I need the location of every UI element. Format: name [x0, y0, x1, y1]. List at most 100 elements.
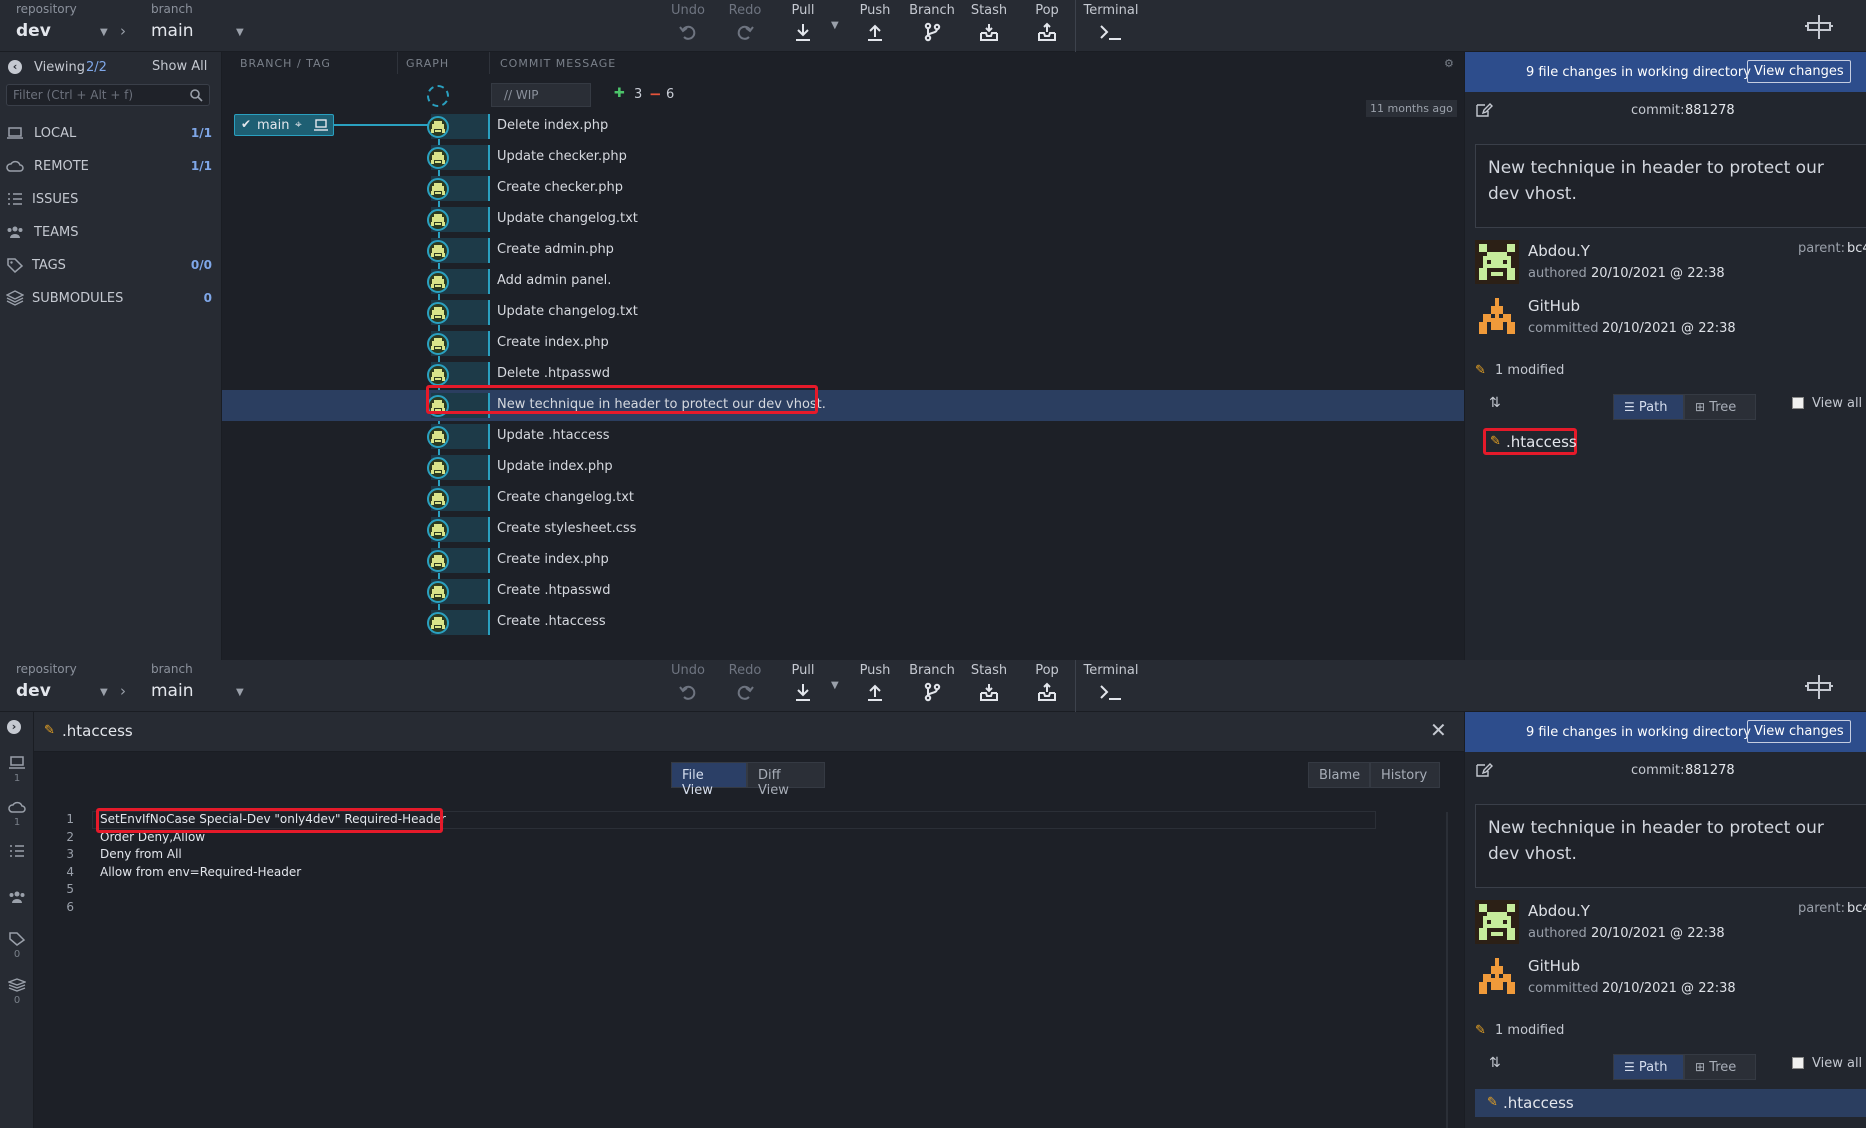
graph-lane-edge [488, 579, 490, 604]
commit-row[interactable]: Create checker.php [222, 173, 1464, 204]
layers-icon [6, 290, 24, 306]
commit-row[interactable]: Update .htaccess [222, 421, 1464, 452]
expand-sidebar-icon[interactable]: › [7, 720, 21, 734]
commit-row[interactable]: Create admin.php [222, 235, 1464, 266]
file-item-htaccess[interactable]: ✎ .htaccess [1483, 428, 1577, 455]
pull-options-icon[interactable]: ▼ [831, 20, 839, 31]
tree-view-toggle[interactable]: ⊞ Tree [1684, 394, 1756, 420]
commit-message: Create .htaccess [497, 614, 606, 629]
view-changes-button[interactable]: View changes [1747, 720, 1851, 743]
view-changes-button[interactable]: View changes [1747, 60, 1851, 83]
rail-teams[interactable] [0, 890, 34, 907]
rail-issues[interactable] [0, 844, 34, 861]
file-view-tab[interactable]: File View [671, 762, 747, 798]
repo-dropdown-icon[interactable]: ▼ [100, 687, 108, 698]
undo-button[interactable]: Undo [661, 662, 715, 708]
rail-remote[interactable]: 1 [0, 800, 34, 828]
commit-sha[interactable]: 881278 [1685, 103, 1735, 118]
branch-dropdown-icon[interactable]: ▼ [236, 27, 244, 38]
rail-tags[interactable]: 0 [0, 932, 34, 960]
commit-row[interactable]: Delete .htpasswd [222, 359, 1464, 390]
commit-row[interactable]: Delete index.php [222, 111, 1464, 142]
push-button[interactable]: Push [848, 2, 902, 48]
branch-label: branch [151, 2, 193, 16]
edit-commit-icon[interactable] [1475, 102, 1493, 118]
wip-summary-input[interactable]: // WIP [491, 83, 591, 107]
layout-toggle-icon[interactable] [1804, 14, 1834, 40]
view-all-checkbox[interactable] [1792, 1057, 1804, 1069]
layout-toggle-icon[interactable] [1804, 674, 1834, 700]
path-view-toggle[interactable]: ☰ Path [1613, 1054, 1684, 1080]
redo-button[interactable]: Redo [718, 2, 772, 48]
filter-input[interactable]: Filter (Ctrl + Alt + f) [6, 84, 210, 106]
history-button[interactable]: History [1370, 762, 1440, 788]
commit-message-box[interactable]: New technique in header to protect our d… [1475, 804, 1866, 888]
pull-button[interactable]: Pull [776, 2, 830, 48]
rail-submodules[interactable]: 0 [0, 978, 34, 1006]
sort-az-icon[interactable]: ⇅ [1489, 1055, 1501, 1071]
line-number: 6 [66, 900, 74, 914]
wip-row[interactable]: // WIP ✚ 3 − 6 [222, 80, 1464, 111]
commit-row[interactable]: Create .htpasswd [222, 576, 1464, 607]
sort-az-icon[interactable]: ⇅ [1489, 395, 1501, 411]
tree-view-toggle[interactable]: ⊞ Tree [1684, 1054, 1756, 1080]
pull-button[interactable]: Pull [776, 662, 830, 708]
pop-button[interactable]: Pop [1020, 662, 1074, 708]
branch-selector[interactable]: main [151, 21, 193, 41]
commit-row[interactable]: Create index.php [222, 328, 1464, 359]
branch-button[interactable]: Branch [905, 662, 959, 708]
viewing-label: Viewing [34, 60, 85, 75]
commit-row[interactable]: Add admin panel. [222, 266, 1464, 297]
commit-avatar-icon [427, 147, 449, 169]
commit-row[interactable]: Create stylesheet.css [222, 514, 1464, 545]
parent-sha[interactable]: bc4 [1847, 241, 1866, 256]
edit-commit-icon[interactable] [1475, 762, 1493, 778]
graph-settings-icon[interactable]: ⚙ [1444, 57, 1454, 70]
commit-row[interactable]: Update changelog.txt [222, 204, 1464, 235]
stash-button[interactable]: Stash [962, 2, 1016, 48]
path-view-toggle[interactable]: ☰ Path [1613, 394, 1684, 420]
commit-row[interactable]: Create changelog.txt [222, 483, 1464, 514]
sidebar-item-submodules[interactable]: SUBMODULES 0 [0, 283, 222, 316]
collapsed-sidebar: › 1 1 0 0 [0, 712, 34, 1128]
branch-selector[interactable]: main [151, 681, 193, 701]
show-all-button[interactable]: Show All [152, 59, 207, 74]
branch-button[interactable]: Branch [905, 2, 959, 48]
parent-sha[interactable]: bc4 [1847, 901, 1866, 916]
commit-row[interactable]: Update changelog.txt [222, 297, 1464, 328]
rail-local[interactable]: 1 [0, 756, 34, 784]
repo-dropdown-icon[interactable]: ▼ [100, 27, 108, 38]
repo-selector[interactable]: dev [16, 21, 51, 41]
commit-row[interactable]: Update checker.php [222, 142, 1464, 173]
sidebar-item-local[interactable]: LOCAL 1/1 [0, 118, 222, 151]
close-icon[interactable]: ✕ [1430, 718, 1447, 742]
commit-sha[interactable]: 881278 [1685, 763, 1735, 778]
commit-row[interactable]: Update index.php [222, 452, 1464, 483]
commit-avatar-icon [427, 302, 449, 324]
redo-button[interactable]: Redo [718, 662, 772, 708]
file-item-htaccess[interactable]: ✎ .htaccess [1475, 1089, 1866, 1117]
push-button[interactable]: Push [848, 662, 902, 708]
pop-button[interactable]: Pop [1020, 2, 1074, 48]
sidebar-item-tags[interactable]: TAGS 0/0 [0, 250, 222, 283]
branch-dropdown-icon[interactable]: ▼ [236, 687, 244, 698]
blame-button[interactable]: Blame [1308, 762, 1370, 788]
commit-row[interactable]: Create index.php [222, 545, 1464, 576]
sidebar-item-issues[interactable]: ISSUES [0, 184, 222, 217]
collapse-sidebar-icon[interactable]: ‹ [8, 60, 22, 74]
commit-message: Delete index.php [497, 118, 609, 133]
terminal-button[interactable]: Terminal [1083, 2, 1139, 48]
view-all-checkbox[interactable] [1792, 397, 1804, 409]
sidebar-item-remote[interactable]: REMOTE 1/1 [0, 151, 222, 184]
commit-row[interactable]: Create .htaccess [222, 607, 1464, 638]
undo-button[interactable]: Undo [661, 2, 715, 48]
commit-row[interactable]: New technique in header to protect our d… [222, 390, 1464, 421]
terminal-button[interactable]: Terminal [1083, 662, 1139, 708]
pull-options-icon[interactable]: ▼ [831, 680, 839, 691]
repo-selector[interactable]: dev [16, 681, 51, 701]
sidebar-item-teams[interactable]: TEAMS [0, 217, 222, 250]
diff-view-tab[interactable]: Diff View [747, 762, 825, 798]
stash-button[interactable]: Stash [962, 662, 1016, 708]
commit-message-box[interactable]: New technique in header to protect our d… [1475, 144, 1866, 228]
scrollbar[interactable] [1446, 812, 1448, 1128]
